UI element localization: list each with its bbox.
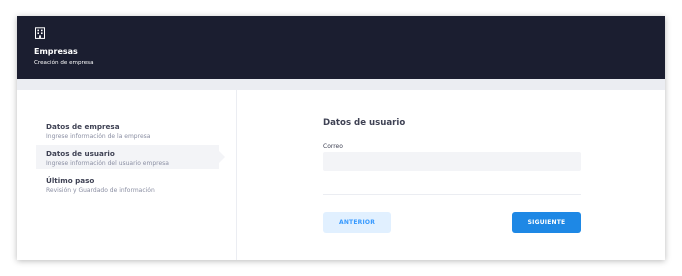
form-title: Datos de usuario <box>323 118 406 128</box>
previous-button[interactable]: ANTERIOR <box>323 212 391 233</box>
wizard-steps-nav: Datos de empresa Ingrese información de … <box>17 90 237 260</box>
step-label: Último paso <box>46 176 95 185</box>
step-description: Revisión y Guardado de información <box>46 186 155 194</box>
step-description: Ingrese información de la empresa <box>46 132 151 140</box>
header-divider-strip <box>17 79 665 90</box>
step-label: Datos de empresa <box>46 122 120 131</box>
email-label: Correo <box>323 143 343 150</box>
wizard-card: Empresas Creación de empresa Datos de em… <box>17 16 665 260</box>
building-icon <box>35 27 45 39</box>
step-datos-de-usuario[interactable]: Datos de usuario Ingrese información del… <box>36 145 225 169</box>
page-subtitle: Creación de empresa <box>34 60 94 66</box>
form-divider <box>323 194 581 195</box>
step-label: Datos de usuario <box>46 149 115 158</box>
page-header: Empresas Creación de empresa <box>17 16 665 79</box>
email-field[interactable] <box>323 152 581 171</box>
step-description: Ingrese información del usuario empresa <box>46 159 169 167</box>
next-button[interactable]: SIGUIENTE <box>512 212 581 233</box>
step-datos-de-empresa[interactable]: Datos de empresa Ingrese información de … <box>36 118 219 142</box>
form-panel: Datos de usuario Correo ANTERIOR SIGUIEN… <box>237 90 665 260</box>
step-ultimo-paso[interactable]: Último paso Revisión y Guardado de infor… <box>36 172 219 196</box>
page-title: Empresas <box>34 47 78 56</box>
